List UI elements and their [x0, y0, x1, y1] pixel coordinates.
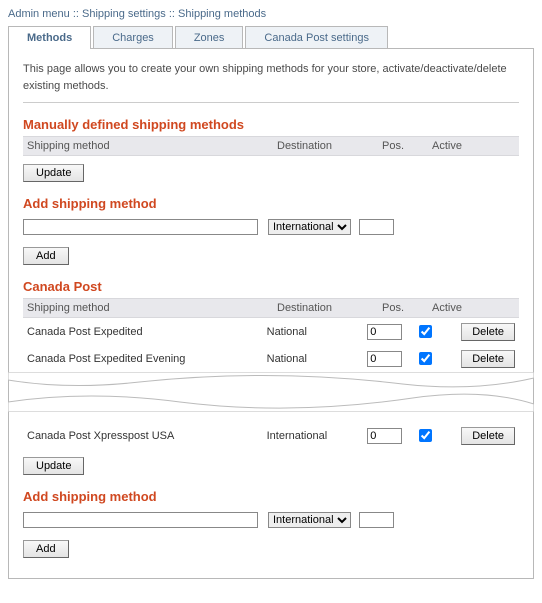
add-button[interactable]: Add — [23, 540, 69, 558]
breadcrumb-sep: :: — [73, 8, 79, 20]
active-checkbox[interactable] — [419, 325, 432, 338]
header-active: Active — [432, 140, 480, 152]
header-active: Active — [432, 302, 480, 314]
table-header: Shipping method Destination Pos. Active — [23, 136, 519, 156]
header-method: Shipping method — [27, 140, 277, 152]
intro-text: This page allows you to create your own … — [23, 61, 519, 103]
cell-method: Canada Post Xpresspost USA — [27, 430, 267, 442]
new-method-name-input[interactable] — [23, 512, 258, 528]
new-method-pos-input[interactable] — [359, 512, 394, 528]
cell-destination: National — [267, 326, 368, 338]
cell-destination: International — [267, 430, 368, 442]
add-shipping-method-title: Add shipping method — [23, 489, 519, 504]
tab-charges[interactable]: Charges — [93, 26, 173, 49]
table-row: Canada Post Expedited National Delete — [23, 318, 519, 345]
delete-button[interactable]: Delete — [461, 350, 515, 368]
header-pos: Pos. — [382, 302, 432, 314]
header-pos: Pos. — [382, 140, 432, 152]
delete-button[interactable]: Delete — [461, 427, 515, 445]
cell-method: Canada Post Expedited Evening — [27, 353, 267, 365]
new-method-destination-select[interactable]: International — [268, 512, 351, 528]
tab-methods[interactable]: Methods — [8, 26, 91, 49]
update-button[interactable]: Update — [23, 164, 84, 182]
tab-zones[interactable]: Zones — [175, 26, 244, 49]
tab-canada-post-settings[interactable]: Canada Post settings — [245, 26, 388, 49]
new-method-name-input[interactable] — [23, 219, 258, 235]
section-canada-post-title: Canada Post — [23, 279, 519, 294]
table-header: Shipping method Destination Pos. Active — [23, 298, 519, 318]
header-method: Shipping method — [27, 302, 277, 314]
content-gap-indicator — [9, 372, 533, 412]
pos-input[interactable] — [367, 351, 402, 367]
tab-bar: Methods Charges Zones Canada Post settin… — [8, 26, 534, 49]
breadcrumb-admin-menu[interactable]: Admin menu — [8, 8, 70, 20]
table-row: Canada Post Expedited Evening National D… — [23, 345, 519, 372]
section-manually-defined-title: Manually defined shipping methods — [23, 117, 519, 132]
main-panel: This page allows you to create your own … — [8, 48, 534, 579]
add-shipping-method-title: Add shipping method — [23, 196, 519, 211]
active-checkbox[interactable] — [419, 352, 432, 365]
pos-input[interactable] — [367, 428, 402, 444]
update-button[interactable]: Update — [23, 457, 84, 475]
header-destination: Destination — [277, 140, 382, 152]
cell-destination: National — [267, 353, 368, 365]
breadcrumb: Admin menu :: Shipping settings :: Shipp… — [8, 8, 534, 20]
breadcrumb-sep: :: — [169, 8, 175, 20]
header-destination: Destination — [277, 302, 382, 314]
add-button[interactable]: Add — [23, 247, 69, 265]
delete-button[interactable]: Delete — [461, 323, 515, 341]
table-row: Canada Post Xpresspost USA International… — [23, 422, 519, 449]
add-method-row: International — [23, 215, 519, 239]
breadcrumb-shipping-methods: Shipping methods — [178, 8, 266, 20]
breadcrumb-shipping-settings[interactable]: Shipping settings — [82, 8, 166, 20]
new-method-pos-input[interactable] — [359, 219, 394, 235]
active-checkbox[interactable] — [419, 429, 432, 442]
pos-input[interactable] — [367, 324, 402, 340]
cell-method: Canada Post Expedited — [27, 326, 267, 338]
add-method-row: International — [23, 508, 519, 532]
new-method-destination-select[interactable]: International — [268, 219, 351, 235]
